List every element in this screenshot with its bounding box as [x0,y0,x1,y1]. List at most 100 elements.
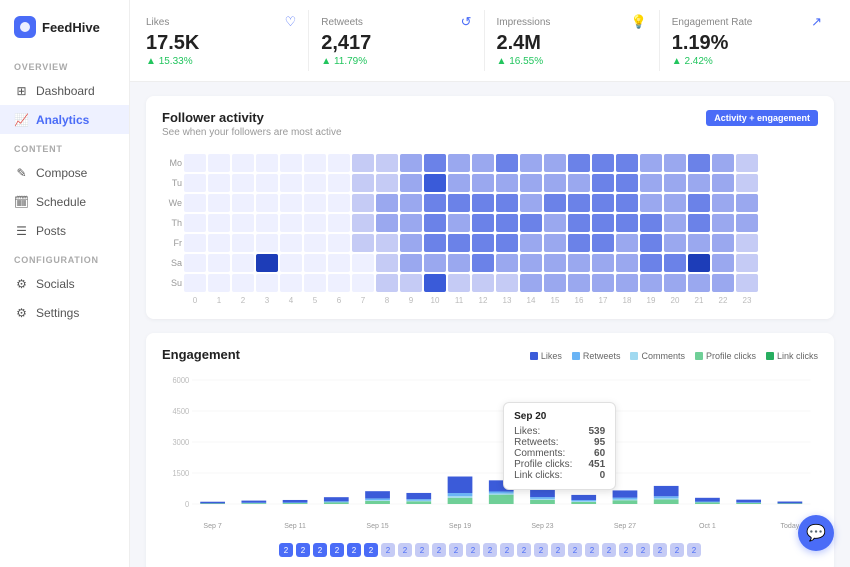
heatmap-cell[interactable] [640,214,662,232]
page-dot[interactable]: 2 [534,543,548,557]
heatmap-cell[interactable] [664,214,686,232]
heatmap-cell[interactable] [400,174,422,192]
heatmap-cell[interactable] [304,254,326,272]
sidebar-item-socials[interactable]: ⚙ Socials [0,269,129,298]
heatmap-cell[interactable] [568,254,590,272]
heatmap-cell[interactable] [280,234,302,252]
bar-segment[interactable] [283,500,308,502]
bar-segment[interactable] [283,503,308,504]
heatmap-cell[interactable] [256,174,278,192]
bar-segment[interactable] [406,501,431,502]
heatmap-cell[interactable] [592,154,614,172]
heatmap-cell[interactable] [232,254,254,272]
heatmap-cell[interactable] [256,234,278,252]
heatmap-cell[interactable] [280,254,302,272]
heatmap-cell[interactable] [328,274,350,292]
heatmap-cell[interactable] [736,214,758,232]
page-dot[interactable]: 2 [347,543,361,557]
heatmap-cell[interactable] [472,154,494,172]
heatmap-cell[interactable] [256,154,278,172]
bar-segment[interactable] [571,502,596,504]
page-dot[interactable]: 2 [330,543,344,557]
bar-segment[interactable] [654,496,679,498]
heatmap-cell[interactable] [424,194,446,212]
heatmap-cell[interactable] [544,234,566,252]
heatmap-cell[interactable] [448,254,470,272]
bar-segment[interactable] [200,503,225,504]
sidebar-item-compose[interactable]: ✎ Compose [0,158,129,187]
bar-segment[interactable] [448,498,473,504]
heatmap-cell[interactable] [640,174,662,192]
heatmap-cell[interactable] [592,234,614,252]
page-dot[interactable]: 2 [432,543,446,557]
bar-segment[interactable] [365,491,390,498]
heatmap-cell[interactable] [496,214,518,232]
heatmap-cell[interactable] [400,254,422,272]
heatmap-cell[interactable] [688,174,710,192]
heatmap-cell[interactable] [184,194,206,212]
heatmap-cell[interactable] [712,194,734,212]
heatmap-cell[interactable] [448,154,470,172]
page-dot[interactable]: 2 [653,543,667,557]
heatmap-cell[interactable] [280,174,302,192]
heatmap-cell[interactable] [208,234,230,252]
heatmap-cell[interactable] [712,174,734,192]
heatmap-cell[interactable] [592,174,614,192]
heatmap-cell[interactable] [520,174,542,192]
heatmap-cell[interactable] [592,194,614,212]
heatmap-cell[interactable] [304,154,326,172]
heatmap-cell[interactable] [568,274,590,292]
heatmap-cell[interactable] [616,234,638,252]
heatmap-cell[interactable] [328,154,350,172]
bar-segment[interactable] [489,493,514,494]
bar-segment[interactable] [283,502,308,503]
heatmap-cell[interactable] [400,214,422,232]
bar-segment[interactable] [241,503,266,504]
heatmap-cell[interactable] [448,214,470,232]
bar-segment[interactable] [613,490,638,497]
heatmap-cell[interactable] [232,234,254,252]
bar-segment[interactable] [406,499,431,500]
heatmap-cell[interactable] [520,254,542,272]
page-dot[interactable]: 2 [296,543,310,557]
heatmap-cell[interactable] [304,274,326,292]
page-dot[interactable]: 2 [551,543,565,557]
sidebar-item-dashboard[interactable]: ⊞ Dashboard [0,76,129,105]
heatmap-cell[interactable] [232,214,254,232]
sidebar-item-settings[interactable]: ⚙ Settings [0,298,129,327]
heatmap-cell[interactable] [376,154,398,172]
heatmap-cell[interactable] [688,234,710,252]
heatmap-cell[interactable] [424,174,446,192]
heatmap-cell[interactable] [304,174,326,192]
heatmap-cell[interactable] [184,214,206,232]
heatmap-cell[interactable] [304,234,326,252]
heatmap-cell[interactable] [328,194,350,212]
page-dot[interactable]: 2 [483,543,497,557]
page-dot[interactable]: 2 [687,543,701,557]
heatmap-cell[interactable] [472,254,494,272]
heatmap-cell[interactable] [688,254,710,272]
heatmap-cell[interactable] [256,254,278,272]
page-dot[interactable]: 2 [517,543,531,557]
heatmap-cell[interactable] [736,174,758,192]
bar-segment[interactable] [324,502,349,504]
bar-segment[interactable] [695,502,720,503]
heatmap-cell[interactable] [568,174,590,192]
bar-segment[interactable] [571,495,596,500]
bar-segment[interactable] [406,493,431,499]
heatmap-cell[interactable] [472,174,494,192]
bar-segment[interactable] [654,486,679,496]
bar-segment[interactable] [324,497,349,501]
heatmap-cell[interactable] [712,154,734,172]
bar-segment[interactable] [448,493,473,496]
bar-segment[interactable] [365,498,390,500]
bar-segment[interactable] [448,477,473,494]
heatmap-cell[interactable] [544,254,566,272]
heatmap-cell[interactable] [424,214,446,232]
bar-segment[interactable] [571,501,596,502]
heatmap-cell[interactable] [376,194,398,212]
chat-fab[interactable]: 💬 [798,515,834,551]
heatmap-cell[interactable] [664,174,686,192]
heatmap-cell[interactable] [520,154,542,172]
heatmap-cell[interactable] [352,274,374,292]
